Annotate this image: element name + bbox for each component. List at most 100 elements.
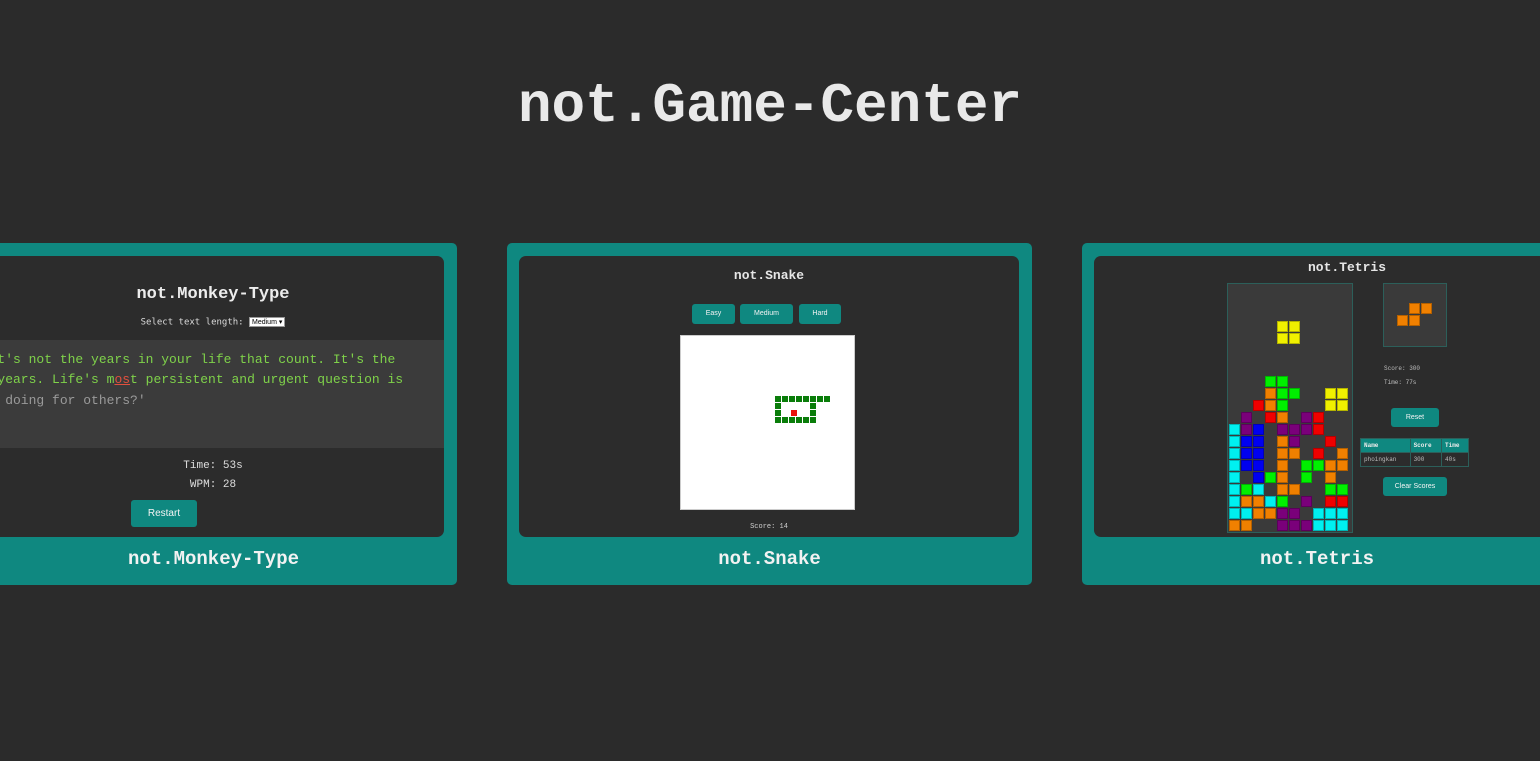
tetris-block (1277, 448, 1288, 459)
typing-error: os (114, 372, 131, 387)
tetris-block (1289, 520, 1300, 531)
snake-segment (824, 396, 830, 402)
snake-segment (803, 417, 809, 423)
snake-segment (810, 410, 816, 416)
tetris-block (1253, 484, 1264, 495)
tetris-block (1253, 448, 1264, 459)
text-length-label: Select text length: (140, 317, 244, 328)
game-card-monkey-type[interactable]: not.Monkey-Type Select text length: Medi… (0, 243, 457, 585)
snake-food (791, 410, 797, 416)
tetris-block (1325, 436, 1336, 447)
snake-segment (782, 396, 788, 402)
tetris-block (1301, 460, 1312, 471)
tetris-block (1337, 400, 1348, 411)
hard-button[interactable]: Hard (799, 304, 841, 324)
tetris-block (1253, 400, 1264, 411)
score-text: Score: 14 (750, 523, 788, 531)
card-label-tetris[interactable]: not.Tetris (1082, 548, 1540, 570)
tetris-block (1313, 508, 1324, 519)
snake-segment (782, 417, 788, 423)
snake-segment (775, 410, 781, 416)
tetris-block (1289, 436, 1300, 447)
tetris-block (1241, 412, 1252, 423)
snake-segment (775, 417, 781, 423)
tetris-block (1277, 460, 1288, 471)
game-card-snake[interactable]: not.Snake Easy Medium Hard Score: 14 not… (507, 243, 1032, 585)
tetris-block (1337, 388, 1348, 399)
tetris-block (1277, 388, 1288, 399)
card-label-monkey-type[interactable]: not.Monkey-Type (0, 548, 457, 570)
tetris-block (1265, 496, 1276, 507)
tetris-block (1241, 436, 1252, 447)
tetris-block (1277, 321, 1288, 332)
tetris-block (1277, 436, 1288, 447)
time-text: Time: 77s (1384, 379, 1417, 386)
game-preview-snake: not.Snake Easy Medium Hard Score: 14 (519, 256, 1019, 537)
tetris-block (1277, 484, 1288, 495)
tetris-block (1277, 412, 1288, 423)
tetris-block (1277, 496, 1288, 507)
tetris-block (1289, 424, 1300, 435)
snake-segment (775, 403, 781, 409)
snake-segment (775, 396, 781, 402)
tetris-block (1337, 484, 1348, 495)
tetris-block (1253, 424, 1264, 435)
tetris-block (1277, 508, 1288, 519)
tetris-block (1265, 388, 1276, 399)
preview-title: not.Monkey-Type (136, 285, 290, 304)
tetris-block (1313, 460, 1324, 471)
tetris-block (1313, 448, 1324, 459)
card-label-snake[interactable]: not.Snake (507, 548, 1032, 570)
tetris-block (1313, 412, 1324, 423)
tetris-block (1313, 520, 1324, 531)
tetris-block (1289, 448, 1300, 459)
tetris-block (1409, 303, 1420, 314)
tetris-block (1397, 315, 1408, 326)
easy-button[interactable]: Easy (692, 304, 735, 324)
tetris-block (1289, 321, 1300, 332)
tetris-block (1265, 472, 1276, 483)
tetris-block (1301, 520, 1312, 531)
tetris-block (1241, 448, 1252, 459)
typing-text-area[interactable]: . it's not the years in your life that c… (0, 340, 444, 448)
tetris-block (1277, 520, 1288, 531)
table-header-row: Name Score Time (1360, 438, 1469, 453)
tetris-block (1325, 388, 1336, 399)
tetris-block (1253, 508, 1264, 519)
tetris-block (1229, 436, 1240, 447)
game-card-tetris[interactable]: not.Tetris Score: 300 Time: 77s Reset Na… (1082, 243, 1540, 585)
restart-button[interactable]: Restart (131, 500, 197, 527)
tetris-block (1253, 496, 1264, 507)
tetris-block (1277, 376, 1288, 387)
snake-segment (803, 396, 809, 402)
tetris-block (1229, 424, 1240, 435)
tetris-block (1241, 520, 1252, 531)
reset-button[interactable]: Reset (1391, 408, 1439, 427)
page-title: not.Game-Center (517, 74, 1023, 138)
table-header: Time (1441, 438, 1469, 453)
tetris-block (1313, 424, 1324, 435)
tetris-block (1265, 400, 1276, 411)
text-length-select[interactable]: Medium ▾ (249, 317, 286, 327)
text-line-3: you doing for others?' (0, 393, 146, 408)
tetris-block (1241, 508, 1252, 519)
snake-segment (810, 403, 816, 409)
tetris-block (1241, 496, 1252, 507)
scores-table: Name Score Time phoingkan 300 40s (1360, 438, 1469, 467)
snake-segment (817, 396, 823, 402)
clear-scores-button[interactable]: Clear Scores (1383, 477, 1447, 496)
tetris-block (1325, 472, 1336, 483)
tetris-block (1325, 484, 1336, 495)
tetris-block (1301, 412, 1312, 423)
tetris-block (1229, 460, 1240, 471)
preview-title: not.Snake (733, 268, 805, 283)
tetris-block (1337, 496, 1348, 507)
medium-button[interactable]: Medium (740, 304, 793, 324)
next-piece-preview (1383, 283, 1447, 347)
tetris-block (1253, 460, 1264, 471)
table-header: Name (1360, 438, 1411, 453)
snake-segment (796, 396, 802, 402)
snake-segment (810, 396, 816, 402)
tetris-block (1277, 333, 1288, 344)
tetris-block (1409, 315, 1420, 326)
